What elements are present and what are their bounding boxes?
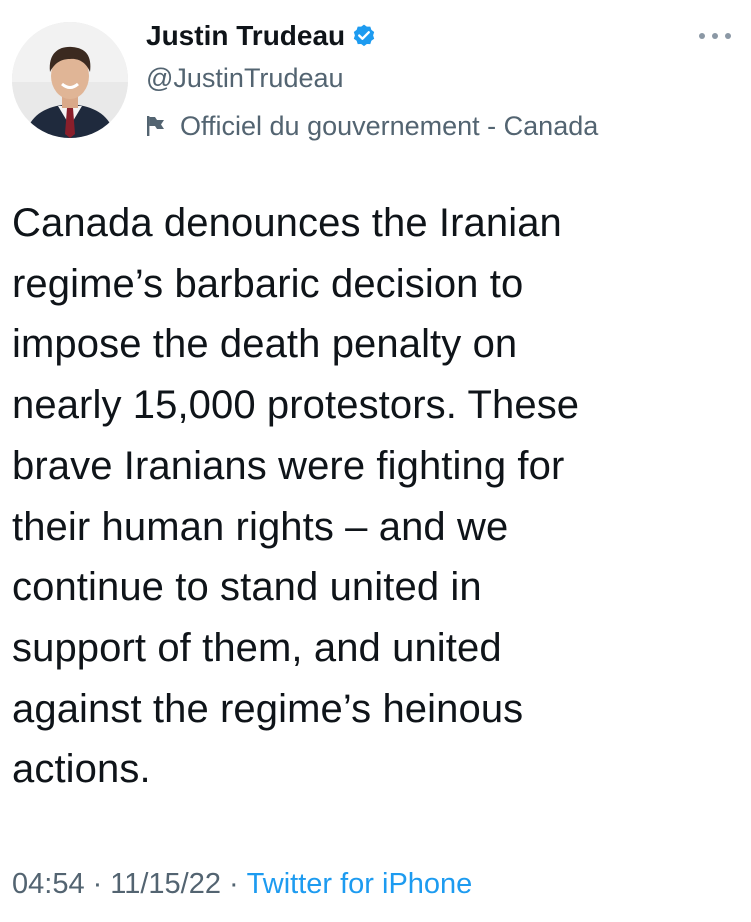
more-horizontal-icon [699, 33, 705, 39]
tweet-header: Justin Trudeau @JustinTrudeau Officiel d… [146, 14, 736, 146]
meta-separator: · [92, 868, 103, 900]
tweet-text-line: impose the death penalty on [12, 322, 518, 367]
avatar-portrait [12, 22, 128, 138]
account-label-text: Officiel du gouvernement - Canada [180, 110, 599, 141]
tweet-text-line: regime’s barbaric decision to [12, 261, 524, 306]
meta-separator: · [228, 868, 239, 900]
tweet-text-line: nearly 15,000 protestors. These [12, 383, 580, 428]
author-handle[interactable]: @JustinTrudeau [146, 58, 736, 98]
more-horizontal-icon [725, 33, 731, 39]
tweet-text-line: support of them, and united [12, 625, 502, 670]
tweet-source-link[interactable]: Twitter for iPhone [247, 868, 473, 900]
avatar[interactable] [12, 22, 128, 138]
tweet-date[interactable]: 11/15/22 [110, 868, 221, 900]
tweet-card: Justin Trudeau @JustinTrudeau Officiel d… [0, 0, 751, 922]
tweet-text-line: brave Iranians were fighting for [12, 443, 565, 488]
tweet-text-line: Canada denounces the Iranian [12, 201, 562, 245]
account-label[interactable]: Officiel du gouvernement - Canada [146, 106, 736, 146]
verified-badge-icon [351, 23, 377, 49]
tweet-text-line: continue to stand united in [12, 565, 482, 610]
tweet-text-line: actions. [12, 747, 151, 792]
tweet-meta: 04:54 · 11/15/22 · Twitter for iPhone [12, 862, 472, 906]
tweet-text-line: their human rights – and we [12, 504, 509, 549]
tweet-time[interactable]: 04:54 [12, 868, 85, 900]
name-row: Justin Trudeau [146, 14, 736, 58]
flag-icon [146, 115, 166, 137]
more-horizontal-icon [712, 33, 718, 39]
tweet-text: Canada denounces the Iranian regime’s ba… [12, 193, 727, 800]
more-options-button[interactable] [699, 26, 731, 46]
author-name[interactable]: Justin Trudeau [146, 20, 345, 52]
tweet-text-line: against the regime’s heinous [12, 686, 524, 731]
